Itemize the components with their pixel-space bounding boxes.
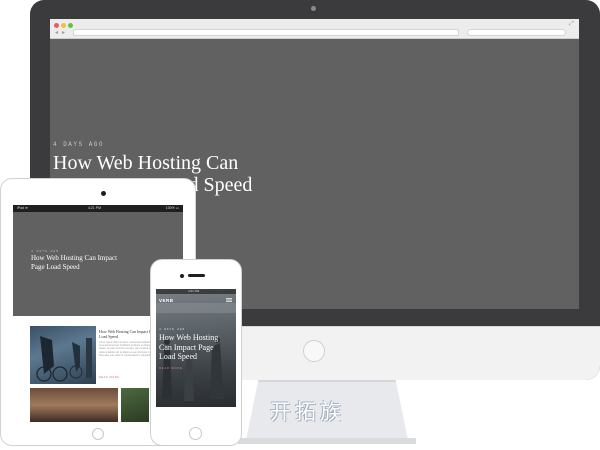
tablet-status-bar: iPad ≋ 4:21 PM 100% ▭	[13, 205, 183, 212]
tablet-post-title-link[interactable]: How Web Hosting Can Impact Page Load Spe…	[31, 254, 131, 271]
tablet-post-date-meta: 4 DAYS AGO	[31, 250, 60, 253]
maximize-window-icon[interactable]	[68, 23, 73, 28]
phone-read-more-link[interactable]: READ MORE	[159, 366, 183, 370]
post-date-meta: 4 DAYS AGO	[53, 141, 105, 148]
article-thumbnail-portrait[interactable]	[30, 388, 118, 422]
carrier-label: iPad ≋	[17, 206, 28, 210]
tablet-home-button	[92, 428, 104, 440]
fullscreen-icon[interactable]: ⤢	[569, 21, 574, 28]
cyclists-photo-illustration	[36, 336, 92, 382]
status-time: 4:21 PM	[88, 206, 102, 210]
address-bar-input[interactable]	[73, 29, 459, 36]
forward-arrow-icon[interactable]: ▸	[62, 30, 65, 36]
back-arrow-icon[interactable]: ◂	[55, 30, 58, 36]
close-window-icon[interactable]	[54, 23, 59, 28]
browser-toolbar: ◂ ▸ ⤢	[50, 19, 579, 39]
article-thumbnail-foliage[interactable]	[121, 388, 149, 422]
phone-speaker	[188, 274, 205, 277]
phone-post-title-link[interactable]: How Web Hosting Can Impact Page Load Spe…	[159, 333, 231, 362]
battery-indicator: 100% ▭	[165, 206, 179, 210]
phone-home-button	[189, 427, 202, 440]
phone-screen: 4:21 PM VERB 4 DAYS AGO How Web Hosting …	[156, 289, 236, 407]
read-more-link[interactable]: READ MORE	[99, 376, 120, 379]
site-logo[interactable]: VERB	[159, 298, 174, 303]
phone-camera	[180, 274, 184, 278]
browser-search-input[interactable]	[467, 29, 566, 36]
tablet-camera	[101, 191, 106, 196]
watermark-text: 开拓族	[270, 400, 345, 424]
hamburger-menu-icon[interactable]	[226, 298, 232, 302]
phone-post-date-meta: 4 DAYS AGO	[159, 328, 186, 331]
phone-status-bar: 4:21 PM	[156, 289, 236, 294]
imac-camera	[311, 6, 316, 11]
apple-logo-icon	[303, 340, 325, 362]
minimize-window-icon[interactable]	[61, 23, 66, 28]
article-thumbnail-cyclists[interactable]	[30, 326, 96, 384]
phone-status-time: 4:21 PM	[188, 289, 200, 293]
